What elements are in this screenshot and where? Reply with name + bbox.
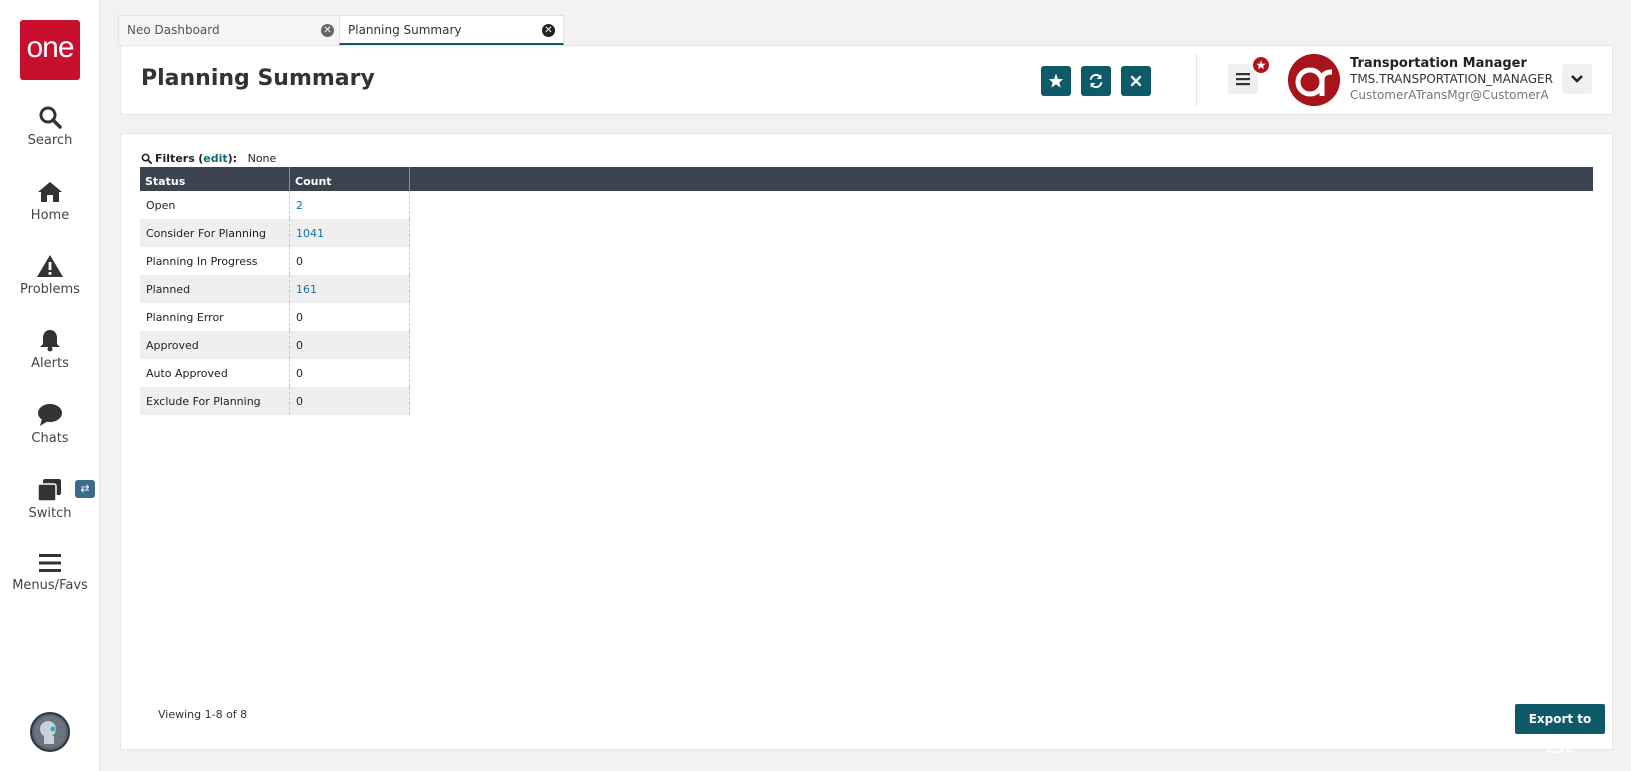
status-cell: Planned (140, 275, 290, 303)
sidebar-item-label: Search (27, 133, 73, 148)
status-cell: Exclude For Planning (140, 387, 290, 415)
star-icon (1048, 73, 1064, 88)
table-row: Auto Approved 0 (140, 359, 410, 387)
sidebar-item-label: Chats (31, 431, 69, 446)
table-row: Open 2 (140, 191, 410, 219)
sidebar-item-label: Home (30, 208, 70, 223)
sidebar-item-search[interactable]: Search (0, 105, 100, 165)
switch-window-icon (37, 479, 61, 502)
header-divider (1196, 54, 1197, 106)
chevron-down-icon (1571, 75, 1583, 83)
search-icon (141, 153, 152, 164)
sidebar-item-home[interactable]: Home (0, 180, 100, 240)
planning-summary-table: Status Count Open 2 Consider For Plannin… (140, 167, 1593, 415)
filters-bar: Filters (edit): None (141, 152, 276, 165)
close-page-button[interactable] (1121, 66, 1151, 96)
table-row: Approved 0 (140, 331, 410, 359)
close-icon (1130, 75, 1142, 87)
table-row: Planning In Progress 0 (140, 247, 410, 275)
search-icon (39, 106, 62, 129)
status-cell: Consider For Planning (140, 219, 290, 247)
avatar[interactable] (1288, 54, 1340, 106)
hamburger-icon (39, 554, 61, 572)
sidebar-item-label: Menus/Favs (12, 578, 88, 593)
filters-value: None (247, 152, 277, 165)
filters-label: Filters (155, 152, 195, 165)
sidebar-item-switch[interactable]: Switch ⇄ (0, 478, 100, 538)
content-panel: Filters (edit): None Status Count Open 2… (120, 133, 1613, 756)
status-cell: Open (140, 191, 290, 219)
filters-edit-link[interactable]: edit (203, 152, 227, 165)
count-link[interactable]: 161 (290, 275, 410, 303)
status-cell: Auto Approved (140, 359, 290, 387)
sidebar-item-label: Alerts (31, 356, 69, 371)
table-row: Planned 161 (140, 275, 410, 303)
sidebar-item-problems[interactable]: Problems (0, 254, 100, 314)
status-cell: Planning In Progress (140, 247, 290, 275)
favorites-badge[interactable] (1251, 55, 1271, 75)
column-header-count[interactable]: Count (290, 167, 410, 191)
robot-head-icon (34, 716, 66, 748)
table-row: Planning Error 0 (140, 303, 410, 331)
sidebar: one Search Home Problems Alerts Chats Sw… (0, 0, 100, 771)
bell-icon (40, 330, 60, 352)
table-row: Consider For Planning 1041 (140, 219, 410, 247)
chat-bubble-icon (38, 404, 62, 426)
count-cell: 0 (290, 359, 410, 387)
close-tab-icon[interactable]: ✕ (321, 24, 334, 37)
user-email: CustomerATransMgr@CustomerA (1350, 88, 1549, 102)
table-row: Exclude For Planning 0 (140, 387, 410, 415)
warning-icon (37, 255, 63, 277)
refresh-button[interactable] (1081, 66, 1111, 96)
assistant-avatar[interactable] (30, 712, 70, 752)
count-cell: 0 (290, 247, 410, 275)
star-icon (1256, 60, 1266, 70)
count-link[interactable]: 2 (290, 191, 410, 219)
favorite-button[interactable] (1041, 66, 1071, 96)
sidebar-item-chats[interactable]: Chats (0, 403, 100, 463)
tab-label: Planning Summary (348, 23, 462, 37)
user-role: TMS.TRANSPORTATION_MANAGER (1350, 72, 1553, 86)
column-header-status[interactable]: Status (140, 167, 290, 191)
count-cell: 0 (290, 331, 410, 359)
sidebar-item-alerts[interactable]: Alerts (0, 328, 100, 388)
page-header: Planning Summary Transportation Manager … (120, 45, 1613, 115)
count-link[interactable]: 1041 (290, 219, 410, 247)
org-logo-icon (1288, 54, 1340, 106)
status-cell: Approved (140, 331, 290, 359)
sidebar-item-menus-favs[interactable]: Menus/Favs (0, 552, 100, 612)
menu-lines-icon (1236, 73, 1250, 86)
tab-label: Neo Dashboard (127, 23, 220, 37)
sidebar-item-label: Switch (28, 506, 72, 521)
home-icon (38, 182, 62, 202)
export-csv-button[interactable]: Export to CSV (1515, 704, 1605, 756)
switch-arrows-icon[interactable]: ⇄ (75, 480, 95, 498)
refresh-icon (1089, 73, 1103, 89)
pagination-info: Viewing 1-8 of 8 (158, 708, 248, 721)
count-cell: 0 (290, 303, 410, 331)
tab-neo-dashboard[interactable]: Neo Dashboard ✕ (118, 15, 343, 45)
sidebar-item-label: Problems (20, 282, 80, 297)
user-name: Transportation Manager (1350, 56, 1527, 71)
close-tab-icon[interactable]: ✕ (542, 24, 555, 37)
one-logo[interactable]: one (20, 20, 80, 80)
count-cell: 0 (290, 387, 410, 415)
user-dropdown-button[interactable] (1562, 64, 1592, 94)
status-cell: Planning Error (140, 303, 290, 331)
page-title: Planning Summary (141, 66, 375, 91)
table-header: Status Count (140, 167, 1593, 191)
tab-planning-summary[interactable]: Planning Summary ✕ (339, 15, 564, 45)
